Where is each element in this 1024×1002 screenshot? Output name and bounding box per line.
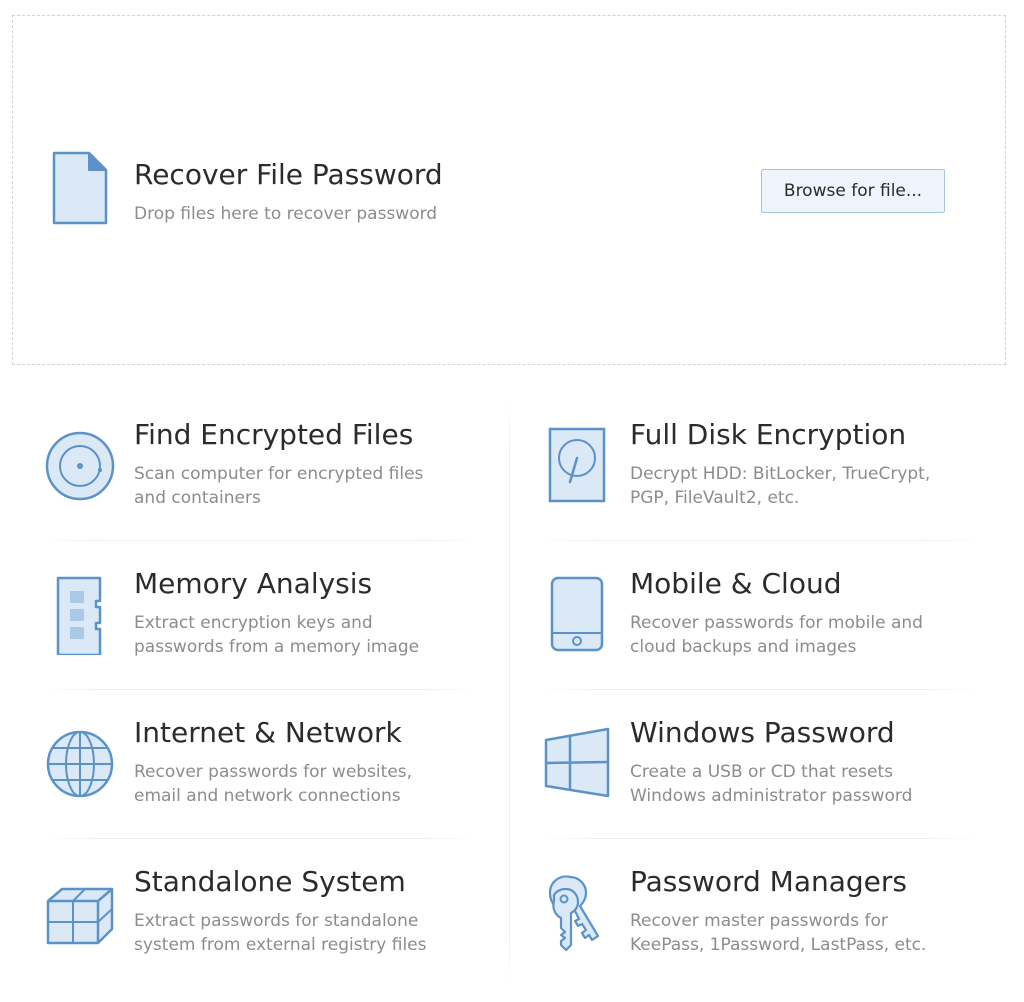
- drop-zone-subtitle: Drop files here to recover password: [134, 204, 438, 224]
- tile-windows-password[interactable]: Windows Password Create a USB or CD that…: [540, 716, 980, 826]
- tile-memory-analysis[interactable]: Memory Analysis Extract encryption keys …: [44, 567, 484, 677]
- tile-description: Scan computer for encrypted files and con…: [134, 464, 424, 508]
- tile-description: Recover master passwords for KeePass, 1Pa…: [630, 911, 927, 955]
- row-divider: [540, 689, 980, 690]
- tile-description: Extract passwords for standalone system f…: [134, 911, 427, 955]
- tile-description: Extract encryption keys and passwords fro…: [134, 613, 420, 657]
- tile-find-encrypted-files[interactable]: Find Encrypted Files Scan computer for e…: [44, 418, 484, 528]
- hard-drive-icon: [548, 427, 606, 503]
- tile-internet-and-network[interactable]: Internet & Network Recover passwords for…: [44, 716, 484, 826]
- tile-description: Recover passwords for websites, email and…: [134, 762, 413, 806]
- tile-description: Create a USB or CD that resets Windows ad…: [630, 762, 913, 806]
- tile-title: Internet & Network: [134, 716, 402, 749]
- tile-standalone-system[interactable]: Standalone System Extract passwords for …: [44, 865, 484, 975]
- tile-description: Recover passwords for mobile and cloud ba…: [630, 613, 923, 657]
- tile-mobile-and-cloud[interactable]: Mobile & Cloud Recover passwords for mob…: [540, 567, 980, 677]
- column-divider: [509, 400, 510, 985]
- keys-icon: [548, 875, 600, 952]
- row-divider: [40, 838, 480, 839]
- row-divider: [40, 540, 480, 541]
- memory-chip-icon: [56, 576, 102, 655]
- drop-zone-title: Recover File Password: [134, 158, 443, 191]
- row-divider: [540, 540, 980, 541]
- windows-logo-icon: [544, 727, 610, 798]
- tile-title: Mobile & Cloud: [630, 567, 842, 600]
- tile-title: Find Encrypted Files: [134, 418, 414, 451]
- tile-title: Memory Analysis: [134, 567, 373, 600]
- tile-full-disk-encryption[interactable]: Full Disk Encryption Decrypt HDD: BitLoc…: [540, 418, 980, 528]
- row-divider: [40, 689, 480, 690]
- disc-icon: [45, 431, 115, 501]
- tile-description: Decrypt HDD: BitLocker, TrueCrypt, PGP, F…: [630, 464, 931, 508]
- file-drop-zone[interactable]: Recover File Password Drop files here to…: [12, 15, 1006, 365]
- tile-title: Standalone System: [134, 865, 406, 898]
- tile-title: Full Disk Encryption: [630, 418, 907, 451]
- globe-icon: [46, 730, 114, 798]
- document-icon: [52, 151, 108, 225]
- mobile-phone-icon: [550, 576, 604, 652]
- tile-password-managers[interactable]: Password Managers Recover master passwor…: [540, 865, 980, 975]
- browse-for-file-button[interactable]: Browse for file...: [761, 169, 945, 213]
- cubes-icon: [46, 887, 114, 945]
- row-divider: [540, 838, 980, 839]
- tile-title: Password Managers: [630, 865, 908, 898]
- tile-title: Windows Password: [630, 716, 895, 749]
